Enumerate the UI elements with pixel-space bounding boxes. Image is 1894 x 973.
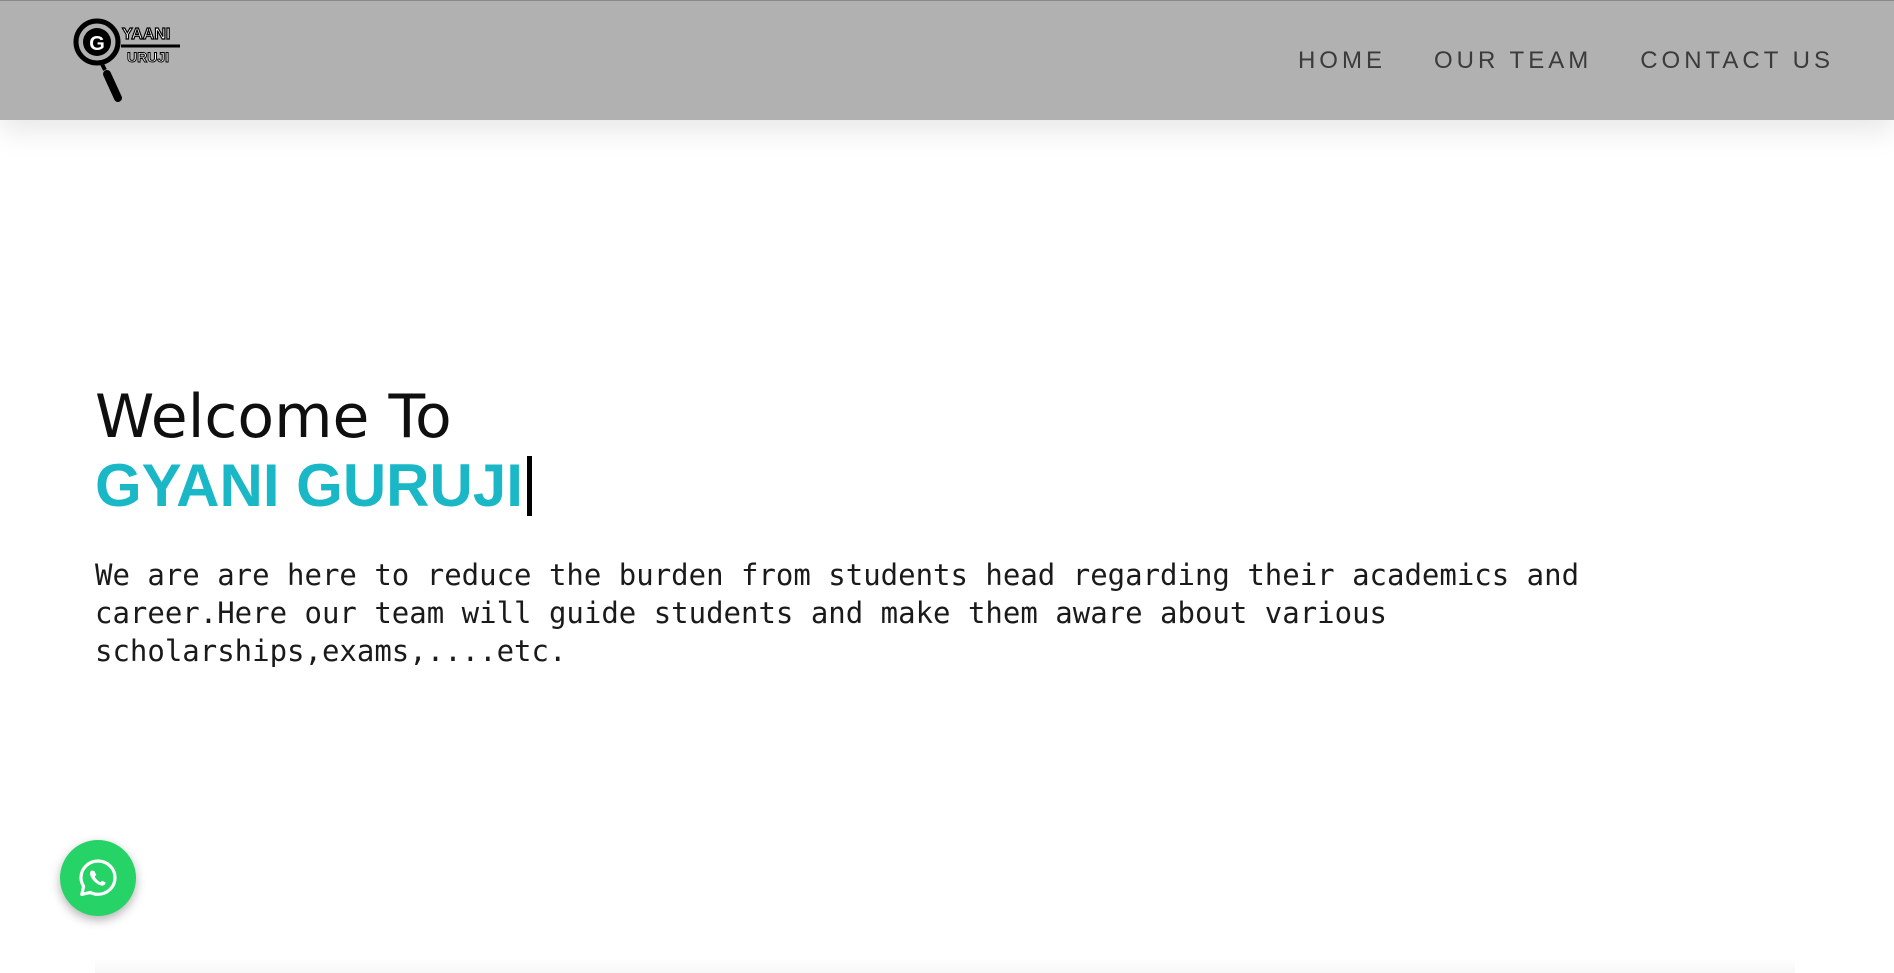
- welcome-heading: Welcome To: [95, 382, 452, 452]
- typing-caret: [526, 456, 532, 516]
- svg-text:G: G: [89, 33, 105, 55]
- whatsapp-icon: [79, 859, 117, 897]
- nav-link-our-team[interactable]: OUR TEAM: [1434, 47, 1592, 75]
- navbar: G YAANI URUJI HOME OUR TEAM CONTACT US: [0, 0, 1894, 120]
- main-nav: HOME OUR TEAM CONTACT US: [1298, 1, 1834, 121]
- hero-section: Welcome To GYANI GURUJI We are are here …: [95, 380, 1795, 699]
- site-logo[interactable]: G YAANI URUJI: [72, 15, 187, 107]
- brand-line: GYANI GURUJI: [95, 450, 1795, 522]
- hero-description: We are are here to reduce the burden fro…: [95, 558, 1580, 668]
- whatsapp-button[interactable]: [60, 840, 136, 916]
- svg-text:YAANI: YAANI: [122, 26, 170, 43]
- section-divider-shadow: [95, 958, 1795, 973]
- magnifier-logo-icon: G YAANI URUJI: [73, 18, 180, 102]
- svg-text:URUJI: URUJI: [127, 49, 169, 65]
- nav-link-home[interactable]: HOME: [1298, 47, 1386, 75]
- nav-link-contact-us[interactable]: CONTACT US: [1640, 47, 1834, 75]
- brand-title: GYANI GURUJI: [95, 452, 523, 519]
